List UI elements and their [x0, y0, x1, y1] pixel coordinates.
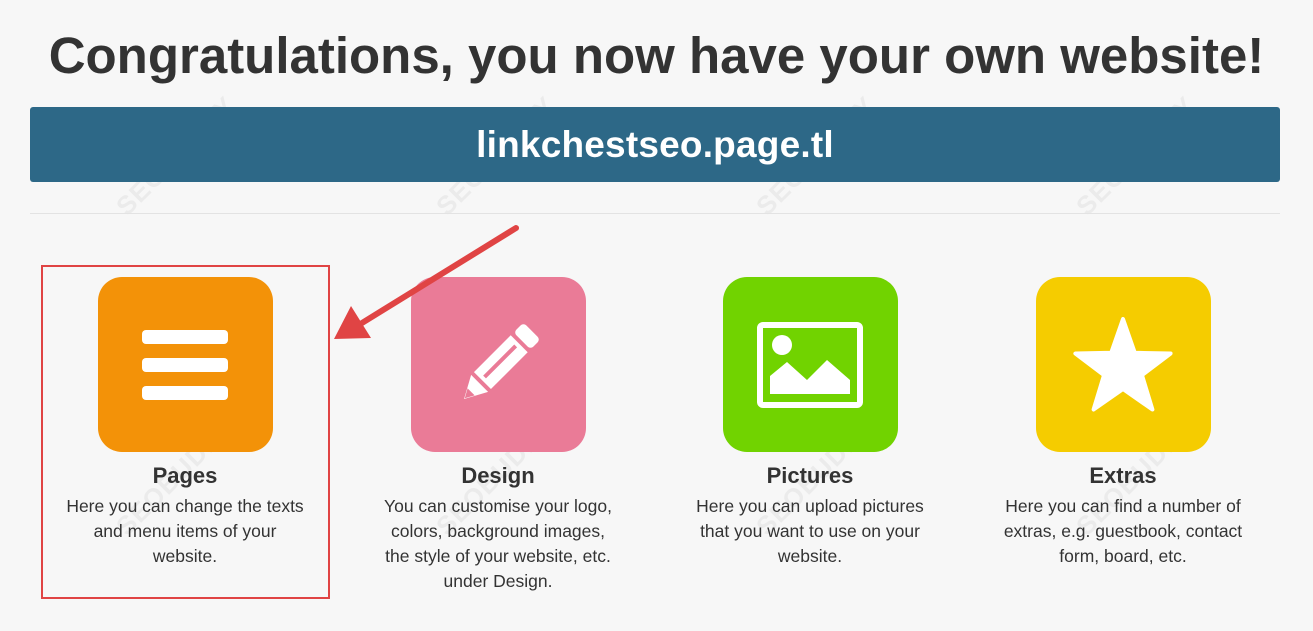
feature-description: Here you can upload pictures that you wa…: [696, 496, 924, 566]
feature-title: Pictures: [766, 463, 854, 488]
tile-pictures[interactable]: [722, 277, 898, 452]
pencil-icon: [464, 323, 539, 399]
feature-title: Extras: [1089, 463, 1157, 488]
domain-banner[interactable]: linkchestseo.page.tl: [30, 107, 1280, 182]
image-icon: [757, 321, 863, 408]
domain-name: linkchestseo.page.tl: [476, 123, 834, 165]
feature-extras[interactable]: Extras Here you can find a number of ext…: [993, 277, 1253, 569]
page-title: Congratulations, you now have your own w…: [48, 27, 1265, 84]
feature-description: You can customise your logo, colors, bac…: [384, 496, 612, 591]
feature-design[interactable]: Design You can customise your logo, colo…: [368, 277, 628, 594]
divider: [30, 213, 1280, 214]
tile-design[interactable]: [410, 277, 586, 452]
feature-pictures[interactable]: Pictures Here you can upload pictures th…: [680, 277, 940, 569]
highlight-box: [41, 265, 330, 599]
feature-title: Design: [461, 463, 535, 488]
tile-extras[interactable]: [1035, 277, 1211, 452]
feature-description: Here you can find a number of extras, e.…: [1003, 496, 1243, 566]
star-icon: [1073, 316, 1173, 411]
